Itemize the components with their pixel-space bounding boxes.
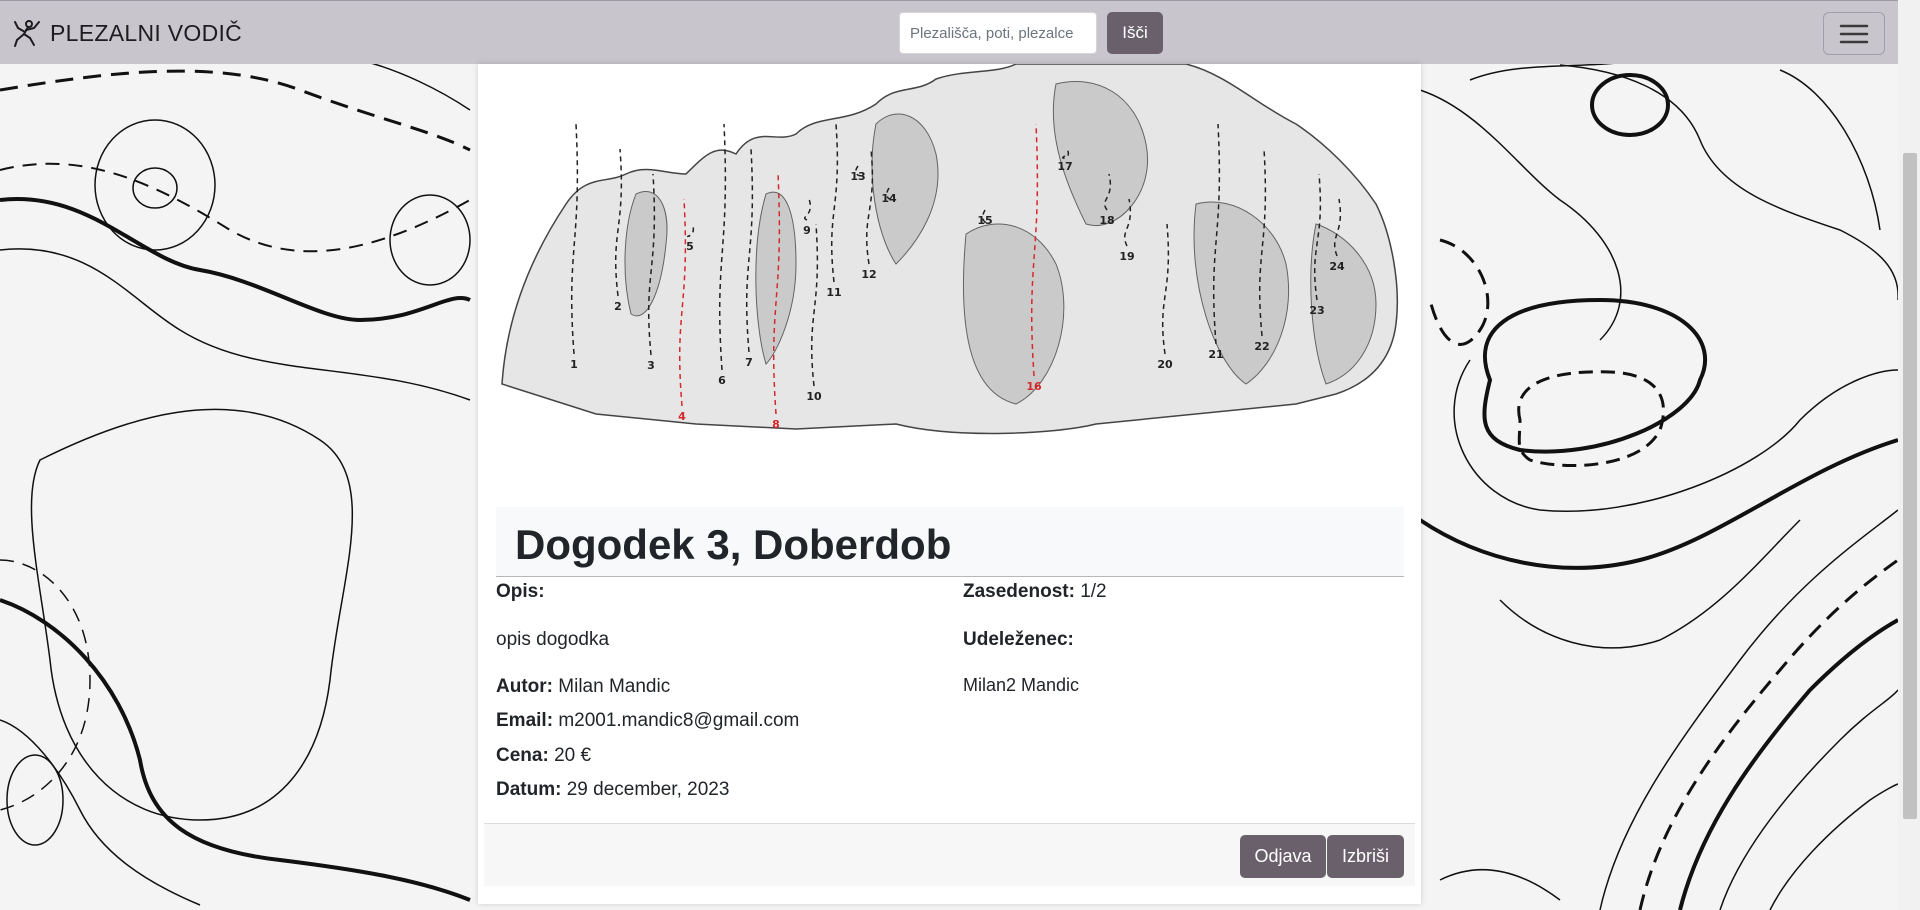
author-row: Autor: Milan Mandic [496,675,670,699]
participant-item: Milan2 Mandic [963,675,1080,695]
search-button[interactable]: Išči [1107,12,1163,54]
route-label-23: 23 [1309,304,1324,317]
author-label: Autor: [496,676,553,697]
crag-topo-image: 1 2 3 4 5 6 7 8 9 10 11 12 13 14 15 16 17 18 19 20 21 22 23 24 [496,63,1404,504]
brand-link[interactable]: PLEZALNI VODIČ [12,15,242,51]
route-label-3: 3 [647,359,655,372]
occupancy-value: 1/2 [1080,581,1107,602]
date-row: Datum: 29 december, 2023 [496,778,729,802]
route-label-22: 22 [1254,340,1269,353]
date-value: 29 december, 2023 [566,779,730,800]
route-label-12: 12 [861,268,876,281]
delete-button[interactable]: Izbriši [1327,835,1404,878]
route-label-6: 6 [718,374,726,387]
route-label-1: 1 [570,358,578,371]
brand-title: PLEZALNI VODIČ [50,19,243,46]
price-row: Cena: 20 € [496,744,591,768]
route-label-15: 15 [977,214,992,227]
email-label: Email: [496,710,554,731]
card-footer: Odjava Izbriši [484,823,1415,886]
route-label-11: 11 [826,286,841,299]
menu-toggle-button[interactable] [1823,12,1885,55]
route-label-24: 24 [1329,260,1345,273]
scrollbar-thumb[interactable] [1903,153,1917,819]
route-label-4: 4 [678,410,686,423]
search-input[interactable] [899,12,1097,54]
route-label-7: 7 [745,356,753,369]
route-label-8: 8 [772,418,780,431]
route-label-2: 2 [614,300,622,313]
route-label-20: 20 [1157,358,1173,371]
participant-label: Udeleženec: [963,629,1074,650]
date-label: Datum: [496,779,562,800]
email-value: m2001.mandic8@gmail.com [558,710,800,731]
event-title-bar: Dogodek 3, Doberdob [496,507,1404,577]
occupancy-row: Zasedenost: 1/2 [963,580,1107,604]
climber-logo-icon [14,20,40,47]
author-value: Milan Mandic [558,676,671,697]
event-title: Dogodek 3, Doberdob [515,521,952,568]
route-label-21: 21 [1208,348,1223,361]
route-label-18: 18 [1099,214,1114,227]
event-card: 1 2 3 4 5 6 7 8 9 10 11 12 13 14 15 16 17 18 19 20 21 22 23 24 … [478,63,1421,904]
route-label-5: 5 [686,240,694,253]
signout-button[interactable]: Odjava [1240,835,1326,878]
route-label-14: 14 [881,192,897,205]
hamburger-icon [1839,24,1869,43]
email-row: Email: m2001.mandic8@gmail.com [496,709,799,733]
route-label-17: 17 [1057,160,1072,173]
description-text: opis dogodka [496,629,610,650]
price-value: 20 € [554,745,592,766]
route-label-9: 9 [803,224,811,237]
route-label-10: 10 [806,390,822,403]
route-label-16: 16 [1026,380,1042,393]
route-label-19: 19 [1119,250,1134,263]
occupancy-label: Zasedenost: [963,581,1075,602]
price-label: Cena: [496,745,549,766]
navbar: PLEZALNI VODIČ Išči [0,0,1898,64]
description-label: Opis: [496,581,545,602]
route-label-13: 13 [850,170,865,183]
